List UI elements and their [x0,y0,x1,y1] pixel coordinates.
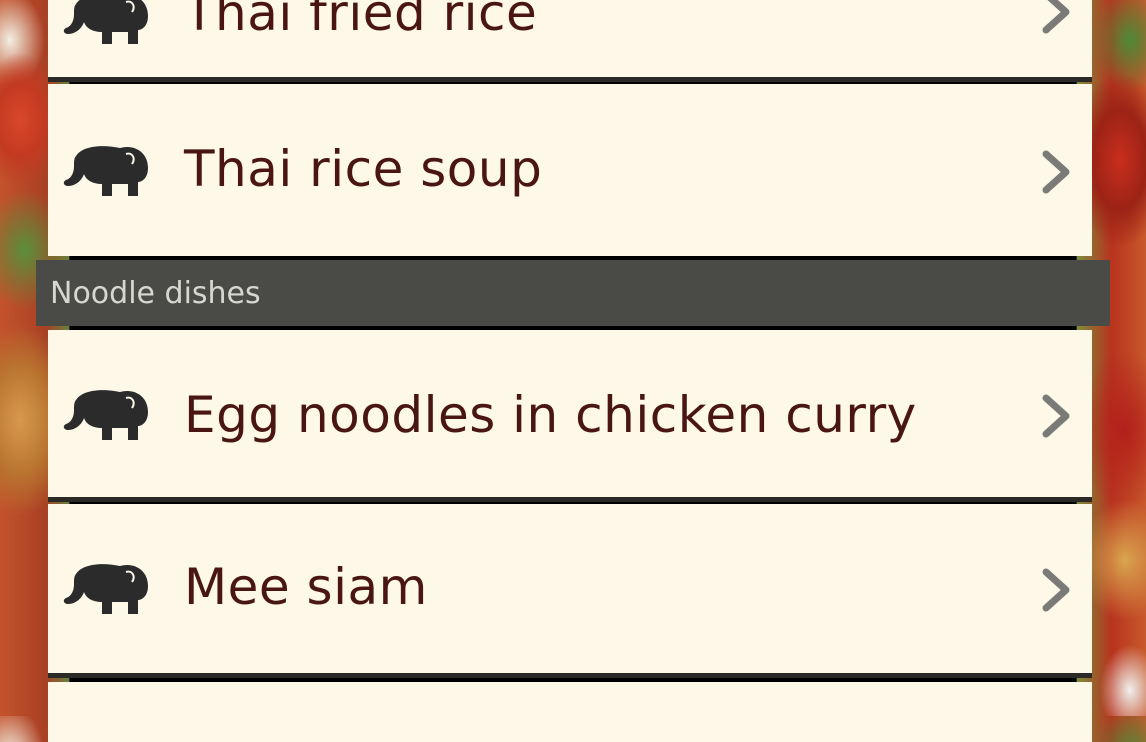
list-item-egg-noodles[interactable]: Egg noodles in chicken curry [48,330,1092,502]
section-title: Noodle dishes [50,275,261,311]
list-item-label: Thai rice soup [184,140,543,198]
chevron-right-icon [1042,150,1070,194]
list-item-thai-fried-rice[interactable]: Thai fried rice [48,0,1092,82]
menu-list: Thai fried rice Thai rice soup Noodle di… [0,0,1146,742]
chevron-right-icon [1042,394,1070,438]
list-item-label: Egg noodles in chicken curry [184,386,917,444]
list-item-label: Mee siam [184,558,428,616]
elephant-icon [63,564,149,614]
elephant-icon [63,146,149,196]
chevron-right-icon [1042,0,1070,34]
chevron-right-icon [1042,568,1070,612]
elephant-icon [63,390,149,440]
elephant-icon [63,0,148,44]
section-header-noodle-dishes: Noodle dishes [36,260,1110,326]
list-item-mee-siam[interactable]: Mee siam [48,504,1092,678]
list-item-label: Thai fried rice [184,0,538,42]
list-item-thai-rice-soup[interactable]: Thai rice soup [48,84,1092,256]
list-item-next[interactable] [48,682,1092,742]
